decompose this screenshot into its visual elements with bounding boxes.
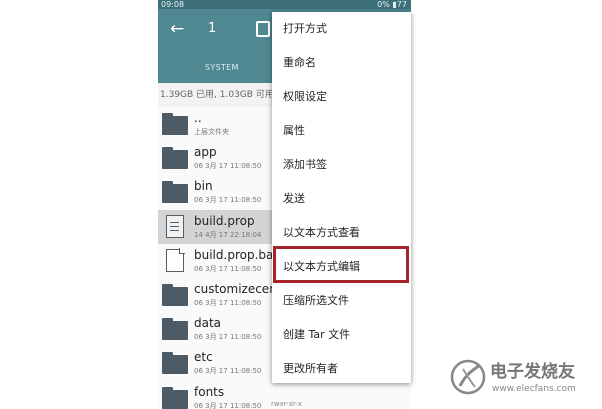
menu-item-highlight-box	[273, 246, 409, 283]
arrow-left-icon[interactable]: ←	[170, 19, 184, 39]
menu-item-add-bookmark[interactable]: 添加书签	[272, 148, 411, 182]
folder-icon	[162, 181, 188, 204]
file-meta: 06 3月 17 11:08:50	[194, 264, 262, 273]
watermark-text: 电子发烧友	[490, 362, 575, 382]
menu-item-rename[interactable]: 重命名	[272, 46, 411, 80]
file-name: data	[194, 316, 222, 331]
file-name: customizecent	[194, 281, 282, 296]
folder-icon	[162, 283, 188, 306]
status-indicators: 0% ▮77	[377, 0, 407, 9]
menu-item-open-with[interactable]: 打开方式	[272, 12, 411, 46]
file-meta: 06 3月 17 11:08:50	[194, 196, 262, 205]
watermark-url: www.elecfans.com	[492, 384, 576, 394]
folder-icon	[162, 352, 188, 375]
menu-item-send[interactable]: 发送	[272, 182, 411, 216]
file-icon	[166, 247, 185, 272]
watermark: 电子发烧友 www.elecfans.com	[448, 355, 588, 403]
file-name: app	[194, 145, 217, 160]
file-name: etc	[194, 350, 213, 365]
elecfans-logo-icon	[450, 359, 486, 395]
folder-icon	[162, 386, 188, 409]
selected-count: 1	[208, 21, 217, 36]
menu-item-change-owner[interactable]: 更改所有者	[272, 352, 411, 386]
file-meta: 06 3月 17 11:08:50	[194, 401, 262, 409]
file-name: ..	[194, 111, 202, 125]
file-name: build.prop	[194, 213, 255, 228]
file-meta: 06 3月 17 11:08:50	[194, 298, 262, 307]
status-bar: 09:08 0% ▮77	[158, 0, 411, 9]
copy-icon[interactable]	[256, 21, 270, 37]
file-name: build.prop.bak	[194, 247, 281, 262]
file-meta: 06 3月 17 11:08:50	[194, 367, 262, 376]
file-meta: 上层文件夹	[194, 128, 229, 136]
menu-item-compress[interactable]: 压缩所选文件	[272, 284, 411, 318]
menu-item-permissions[interactable]: 权限设定	[272, 80, 411, 114]
text-file-icon	[166, 214, 184, 238]
file-meta: 06 3月 17 11:08:50	[194, 333, 262, 342]
folder-icon	[162, 318, 188, 341]
menu-item-view-as-text[interactable]: 以文本方式查看	[272, 216, 411, 250]
file-name: bin	[194, 179, 213, 194]
menu-item-create-tar[interactable]: 创建 Tar 文件	[272, 318, 411, 352]
folder-icon	[162, 113, 188, 135]
context-menu: 打开方式 重命名 权限设定 属性 添加书签 发送 以文本方式查看 以文本方式编辑…	[272, 12, 411, 383]
file-permission: rwxr-xr-x	[271, 399, 302, 408]
file-name: fonts	[194, 384, 225, 399]
menu-item-properties[interactable]: 属性	[272, 114, 411, 148]
folder-icon	[162, 147, 188, 170]
file-meta: 14 4月 17 22:18:04	[194, 230, 262, 239]
status-time: 09:08	[161, 0, 185, 9]
file-meta: 06 3月 17 11:08:50	[194, 162, 262, 171]
tab-system[interactable]: SYSTEM	[205, 63, 239, 72]
